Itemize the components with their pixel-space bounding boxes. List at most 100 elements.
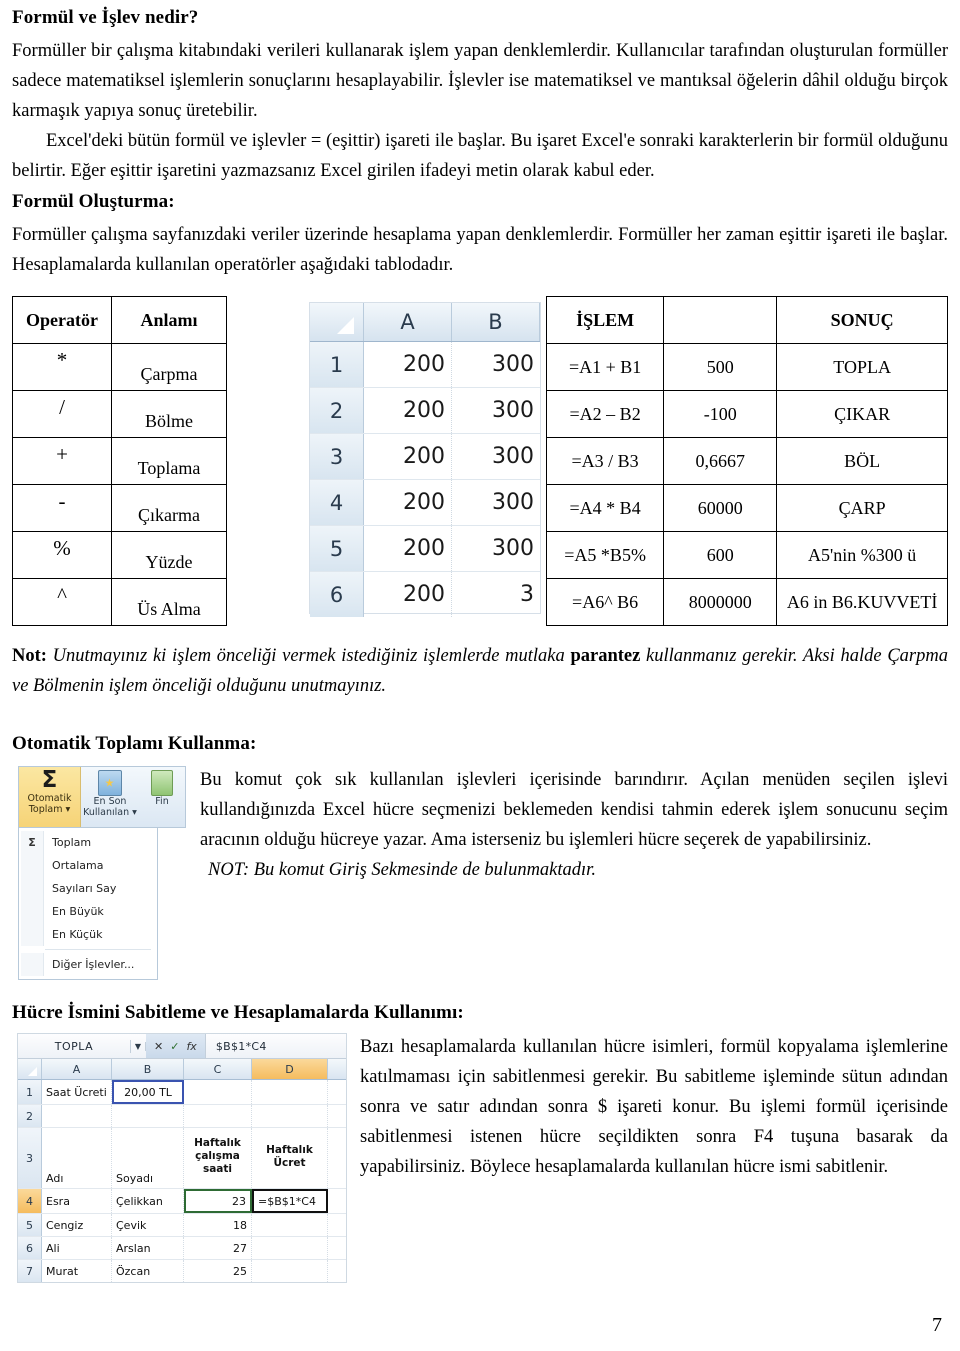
financial-button[interactable]: Fin [139, 767, 185, 827]
cell-e4[interactable] [328, 1189, 346, 1213]
cell-c6[interactable]: 27 [184, 1237, 252, 1260]
cell-e1[interactable] [328, 1080, 346, 1104]
column-header-blank [663, 296, 778, 345]
cell-islem: =A2 – B2 [545, 390, 665, 439]
confirm-icon[interactable]: ✓ [170, 1040, 179, 1053]
name-box[interactable]: TOPLA [18, 1039, 131, 1053]
excel-row: 2 [18, 1105, 346, 1129]
column-header-islem: İŞLEM [545, 296, 665, 345]
cell-d1[interactable] [252, 1080, 328, 1105]
excel-row: 3 Adı Soyadı Haftalık çalışma saati Haft… [18, 1128, 346, 1190]
cell-d6[interactable] [252, 1237, 328, 1260]
autosum-button[interactable]: Σ Otomatik Toplam ▾ [19, 767, 81, 828]
select-all-corner-icon [310, 303, 364, 342]
cell-d7[interactable] [252, 1260, 328, 1283]
cell-a4[interactable]: Esra [42, 1189, 112, 1214]
table-header-row: İŞLEM SONUÇ [545, 296, 948, 345]
cell-d5[interactable] [252, 1214, 328, 1237]
formula-bar: TOPLA ▼ ✕ ✓ fx $B$1*C4 [18, 1034, 346, 1060]
row-header[interactable]: 5 [18, 1214, 42, 1237]
table-row: - Çıkarma [12, 484, 227, 533]
cell-sonuc: TOPLA [776, 343, 948, 392]
cell-a1[interactable]: Saat Ücreti [42, 1080, 112, 1105]
cell-e3[interactable] [328, 1128, 346, 1188]
menu-item-ortalama[interactable]: Ortalama [19, 854, 157, 878]
row-header-selected[interactable]: 4 [18, 1189, 42, 1214]
table-row: =A2 – B2 -100 ÇIKAR [545, 390, 948, 439]
cell-deger: 60000 [663, 484, 778, 533]
cell-a2[interactable] [42, 1105, 112, 1128]
cell-c4-referenced[interactable]: 23 [184, 1189, 252, 1214]
row-header[interactable]: 3 [18, 1128, 42, 1189]
cell-a: 200 [364, 388, 452, 434]
table-row: =A4 * B4 60000 ÇARP [545, 484, 948, 533]
cell-e2[interactable] [328, 1105, 346, 1127]
recently-used-button[interactable]: En Son Kullanılan ▾ [81, 767, 139, 827]
cell-a7[interactable]: Murat [42, 1260, 112, 1283]
cell-b2[interactable] [112, 1105, 184, 1128]
note-label: Not: [12, 646, 47, 667]
row-header[interactable]: 7 [18, 1260, 42, 1283]
cell-c7[interactable]: 25 [184, 1260, 252, 1283]
column-header-b[interactable]: B [112, 1059, 184, 1080]
financial-icon [151, 770, 173, 797]
autosum-note: NOT: Bu komut Giriş Sekmesinde de bulunm… [208, 860, 596, 881]
table-row: / Bölme [12, 390, 227, 439]
row-header[interactable]: 6 [18, 1237, 42, 1260]
excel-row: 6 Ali Arslan 27 [18, 1237, 346, 1261]
cell-c3[interactable]: Haftalık çalışma saati [184, 1128, 252, 1189]
menu-item-toplam[interactable]: Σ Toplam [19, 831, 157, 855]
cellref-section: Hücre İsmini Sabitleme ve Hesaplamalarda… [12, 1001, 948, 1284]
cell-islem: =A4 * B4 [545, 484, 665, 533]
column-header-d[interactable]: D [252, 1059, 328, 1080]
page-number: 7 [932, 1314, 942, 1336]
menu-item-label: Toplam [52, 836, 92, 850]
cell-e6[interactable] [328, 1237, 346, 1259]
cell-b4[interactable]: Çelikkan [112, 1189, 184, 1214]
cell-b: 3 [520, 582, 534, 608]
cell-a5[interactable]: Cengiz [42, 1214, 112, 1237]
cell-b7[interactable]: Özcan [112, 1260, 184, 1283]
menu-gutter [21, 877, 44, 901]
menu-item-en-buyuk[interactable]: En Büyük [19, 900, 157, 924]
operator-symbol: % [12, 531, 112, 580]
cell-b1[interactable]: 20,00 TL [112, 1080, 184, 1105]
column-header-b: B [452, 303, 540, 342]
column-header-a[interactable]: A [42, 1059, 112, 1080]
row-header[interactable]: 2 [18, 1105, 42, 1128]
menu-item-en-kucuk[interactable]: En Küçük [19, 923, 157, 947]
cell-b3[interactable]: Soyadı [112, 1128, 184, 1189]
select-all-corner-icon[interactable] [18, 1059, 42, 1080]
cell-d4-active[interactable]: =$B$1*C4 [252, 1189, 328, 1214]
excel-row: 2 200 300 [310, 388, 540, 435]
cell-b6[interactable]: Arslan [112, 1237, 184, 1260]
cell-sonuc: ÇARP [776, 484, 948, 533]
cancel-icon[interactable]: ✕ [154, 1040, 163, 1053]
menu-item-diger-islevler[interactable]: Diğer İşlevler... [19, 953, 157, 977]
row-header[interactable]: 1 [18, 1080, 42, 1105]
autosum-section: Otomatik Toplamı Kullanma: Σ Otomatik To… [12, 732, 948, 981]
column-header-c[interactable]: C [184, 1059, 252, 1080]
row-header: 5 [310, 526, 364, 572]
cell-a6[interactable]: Ali [42, 1237, 112, 1260]
cell-c1[interactable] [184, 1080, 252, 1105]
cell-d2[interactable] [252, 1105, 328, 1128]
cell-e5[interactable] [328, 1214, 346, 1236]
table-row: =A6^ B6 8000000 A6 in B6.KUVVETİ [545, 578, 948, 627]
cell-a3[interactable]: Adı [42, 1128, 112, 1189]
autosum-ribbon-screenshot: Σ Otomatik Toplam ▾ En Son Kullanılan ▾ … [18, 766, 186, 981]
cell-c2[interactable] [184, 1105, 252, 1128]
cell-b5[interactable]: Çevik [112, 1214, 184, 1237]
cell-a: 200 [364, 572, 452, 618]
menu-item-sayilari-say[interactable]: Sayıları Say [19, 877, 157, 901]
column-header-sonuc: SONUÇ [776, 296, 948, 345]
column-header-meaning: Anlamı [111, 296, 227, 345]
insert-function-icon[interactable]: fx [186, 1040, 196, 1053]
cell-d3[interactable]: Haftalık Ücret [252, 1128, 328, 1189]
formula-bar-value[interactable]: $B$1*C4 [206, 1040, 267, 1053]
column-header-operator: Operatör [12, 296, 112, 345]
cell-e7[interactable] [328, 1260, 346, 1282]
cell-c5[interactable]: 18 [184, 1214, 252, 1237]
column-header-e[interactable] [328, 1059, 346, 1079]
chevron-down-icon[interactable]: ▼ [131, 1041, 146, 1051]
